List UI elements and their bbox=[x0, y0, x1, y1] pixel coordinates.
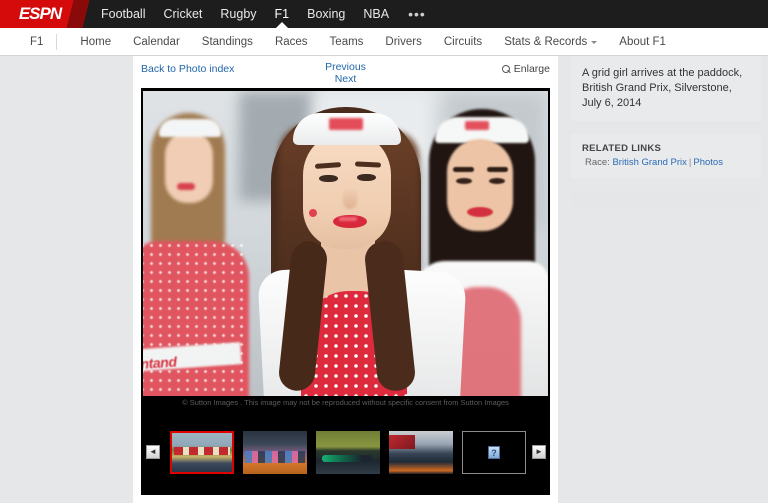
center-person-earring bbox=[309, 209, 317, 217]
related-links-panel: RELATED LINKS Race: British Grand Prix | P… bbox=[571, 134, 761, 178]
right-person-face bbox=[447, 139, 513, 231]
subnav-item-standings-label: Standings bbox=[201, 35, 253, 48]
subnav-item-home-label: Home bbox=[80, 35, 112, 48]
subnav-item-circuits-label: Circuits bbox=[443, 35, 483, 48]
thumbnail-item-5[interactable]: ? bbox=[462, 430, 526, 474]
espn-logo-text: ESPN bbox=[18, 4, 62, 23]
nav-item-boxing[interactable]: Boxing bbox=[298, 0, 354, 28]
enlarge-label: Enlarge bbox=[513, 63, 550, 75]
photo-stage: antand © Sutton Images . This image may … bbox=[141, 88, 550, 495]
chevron-left-icon: ◄ bbox=[149, 447, 157, 456]
subnav-item-teams-label: Teams bbox=[329, 35, 364, 48]
thumbnail-prev-button[interactable]: ◄ bbox=[146, 445, 160, 459]
photo-watermark: © Sutton Images . This image may not be … bbox=[143, 396, 548, 410]
enlarge-button[interactable]: Enlarge bbox=[501, 63, 550, 75]
center-person-headband-logo bbox=[329, 118, 363, 130]
subnav-item-home[interactable]: Home bbox=[69, 36, 122, 48]
right-person-eye-left bbox=[456, 178, 472, 184]
photo-main-column: Back to Photo index Previous Next Enlarg… bbox=[133, 56, 558, 503]
right-person-lips bbox=[467, 207, 493, 217]
photo-caption: A grid girl arrives at the paddock, Brit… bbox=[571, 56, 761, 121]
thumbnail-strip: ◄ ? ► bbox=[142, 410, 549, 494]
subnav-item-stats-label: Stats & Records bbox=[504, 35, 588, 48]
broken-image-icon: ? bbox=[488, 445, 500, 459]
subnav-item-races-label: Races bbox=[274, 35, 308, 48]
thumbnail-item-4[interactable] bbox=[389, 430, 453, 474]
subnav-item-calendar-label: Calendar bbox=[133, 35, 180, 48]
subnav-item-teams[interactable]: Teams bbox=[319, 36, 375, 48]
next-photo-link[interactable]: Next bbox=[133, 73, 558, 86]
subnav-item-stats-and-records[interactable]: Stats & Records bbox=[493, 36, 608, 48]
nav-item-f1[interactable]: F1 bbox=[266, 0, 299, 28]
photo-toolbar: Back to Photo index Previous Next Enlarg… bbox=[133, 56, 558, 88]
subnav-item-about-label: About F1 bbox=[619, 35, 666, 48]
related-link-british-grand-prix[interactable]: British Grand Prix bbox=[612, 157, 686, 168]
related-links-title: RELATED LINKS bbox=[582, 143, 662, 154]
subnav-item-races[interactable]: Races bbox=[264, 36, 319, 48]
center-person-eye-right bbox=[357, 174, 376, 181]
subnav-item-about-f1[interactable]: About F1 bbox=[608, 36, 677, 48]
nav-item-rugby[interactable]: Rugby bbox=[211, 0, 265, 28]
subnav-item-standings[interactable]: Standings bbox=[191, 36, 264, 48]
left-person-headband bbox=[159, 119, 221, 137]
chevron-right-icon: ► bbox=[535, 447, 543, 456]
subnav-item-drivers[interactable]: Drivers bbox=[374, 36, 432, 48]
thumbnail-next-button[interactable]: ► bbox=[532, 445, 546, 459]
left-person-lips bbox=[177, 183, 195, 190]
right-person-eye-right bbox=[489, 178, 505, 184]
right-person-eyebrow-left bbox=[453, 167, 474, 172]
nav-item-nba[interactable]: NBA bbox=[354, 0, 398, 28]
espn-logo[interactable]: ESPN bbox=[0, 0, 90, 28]
page-body: Back to Photo index Previous Next Enlarg… bbox=[0, 56, 768, 503]
photo-pager: Previous Next bbox=[133, 61, 558, 86]
previous-photo-link[interactable]: Previous bbox=[133, 61, 558, 74]
right-person-eyebrow-right bbox=[487, 167, 508, 172]
primary-nav-items: Football Cricket Rugby F1 Boxing NBA ••• bbox=[92, 0, 436, 28]
related-links-prefix: Race: bbox=[585, 157, 610, 168]
nav-item-cricket[interactable]: Cricket bbox=[154, 0, 211, 28]
nav-more-icon[interactable]: ••• bbox=[398, 3, 436, 25]
thumbnail-item-2[interactable] bbox=[243, 430, 307, 474]
thumbnail-item-1[interactable] bbox=[170, 430, 234, 474]
sidebar-placeholder-block bbox=[571, 192, 761, 206]
center-person-eye-left bbox=[319, 175, 338, 182]
thumbnail-list: ? bbox=[166, 430, 526, 474]
subnav-item-circuits[interactable]: Circuits bbox=[433, 36, 493, 48]
nav-item-football[interactable]: Football bbox=[92, 0, 154, 28]
related-link-photos[interactable]: Photos bbox=[693, 157, 723, 168]
center-person-nose bbox=[343, 187, 357, 209]
primary-navigation-bar: ESPN Football Cricket Rugby F1 Boxing NB… bbox=[0, 0, 768, 28]
main-photo[interactable]: antand bbox=[143, 91, 548, 412]
related-links-row: Race: British Grand Prix | Photos bbox=[582, 157, 750, 168]
chevron-down-icon bbox=[591, 41, 598, 44]
subnav-brand-f1[interactable]: F1 bbox=[30, 33, 58, 50]
right-sidebar: A grid girl arrives at the paddock, Brit… bbox=[571, 56, 761, 206]
right-person-headband-logo bbox=[465, 121, 489, 130]
secondary-navigation-bar: F1 Home Calendar Standings Races Teams D… bbox=[0, 28, 768, 56]
center-person-lip-highlight bbox=[339, 217, 357, 221]
thumbnail-item-3[interactable] bbox=[316, 430, 380, 474]
magnifier-icon bbox=[501, 64, 511, 74]
subnav-item-drivers-label: Drivers bbox=[385, 35, 422, 48]
left-person-dress-polkadots bbox=[143, 241, 249, 412]
left-person-face bbox=[165, 131, 213, 203]
subnav-item-calendar[interactable]: Calendar bbox=[122, 36, 191, 48]
